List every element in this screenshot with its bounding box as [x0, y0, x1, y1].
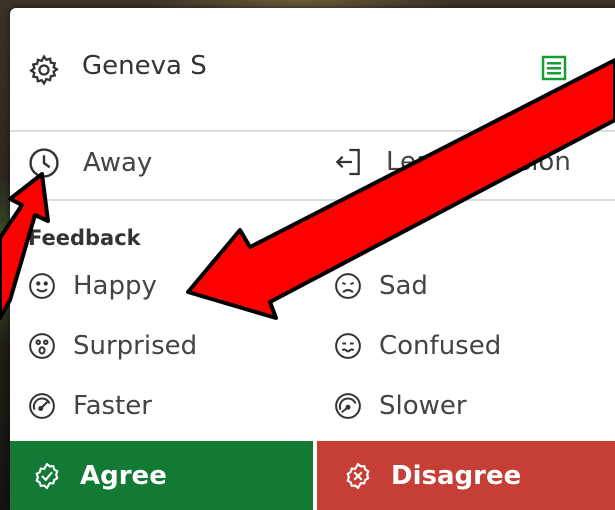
- clock-icon: [27, 146, 61, 180]
- away-button[interactable]: Away: [27, 146, 152, 180]
- feedback-slower[interactable]: Slower: [333, 391, 467, 421]
- x-badge-icon: [343, 461, 373, 491]
- confused-face-icon: [333, 331, 363, 361]
- divider: [10, 199, 615, 201]
- user-name: Geneva S: [82, 51, 207, 81]
- speedometer-fast-icon: [27, 391, 57, 421]
- feedback-title: Feedback: [28, 226, 141, 250]
- exit-icon: [332, 146, 364, 178]
- happy-face-icon: [27, 271, 57, 301]
- leave-session-button[interactable]: Leave Session: [332, 146, 571, 178]
- panel-header: Geneva S: [10, 8, 615, 130]
- agree-button[interactable]: Agree: [10, 441, 313, 510]
- gear-icon[interactable]: [27, 53, 61, 87]
- divider: [10, 130, 615, 132]
- list-icon[interactable]: [541, 55, 567, 81]
- feedback-label: Confused: [379, 331, 502, 361]
- leave-session-label: Leave Session: [386, 147, 571, 177]
- away-label: Away: [83, 148, 153, 178]
- check-badge-icon: [32, 461, 62, 491]
- feedback-label: Sad: [379, 271, 428, 301]
- sad-face-icon: [333, 271, 363, 301]
- feedback-confused[interactable]: Confused: [333, 331, 501, 361]
- speedometer-slow-icon: [333, 391, 363, 421]
- feedback-label: Happy: [73, 271, 157, 301]
- user-menu-panel: Geneva S Away Leave Session Feedback Hap…: [10, 8, 615, 510]
- disagree-label: Disagree: [391, 460, 522, 491]
- feedback-label: Surprised: [73, 331, 198, 361]
- surprised-face-icon: [27, 331, 57, 361]
- disagree-button[interactable]: Disagree: [317, 441, 615, 510]
- feedback-faster[interactable]: Faster: [27, 391, 152, 421]
- feedback-happy[interactable]: Happy: [27, 271, 157, 301]
- feedback-label: Slower: [379, 391, 467, 421]
- feedback-surprised[interactable]: Surprised: [27, 331, 197, 361]
- feedback-sad[interactable]: Sad: [333, 271, 428, 301]
- feedback-label: Faster: [73, 391, 152, 421]
- agree-label: Agree: [80, 460, 167, 491]
